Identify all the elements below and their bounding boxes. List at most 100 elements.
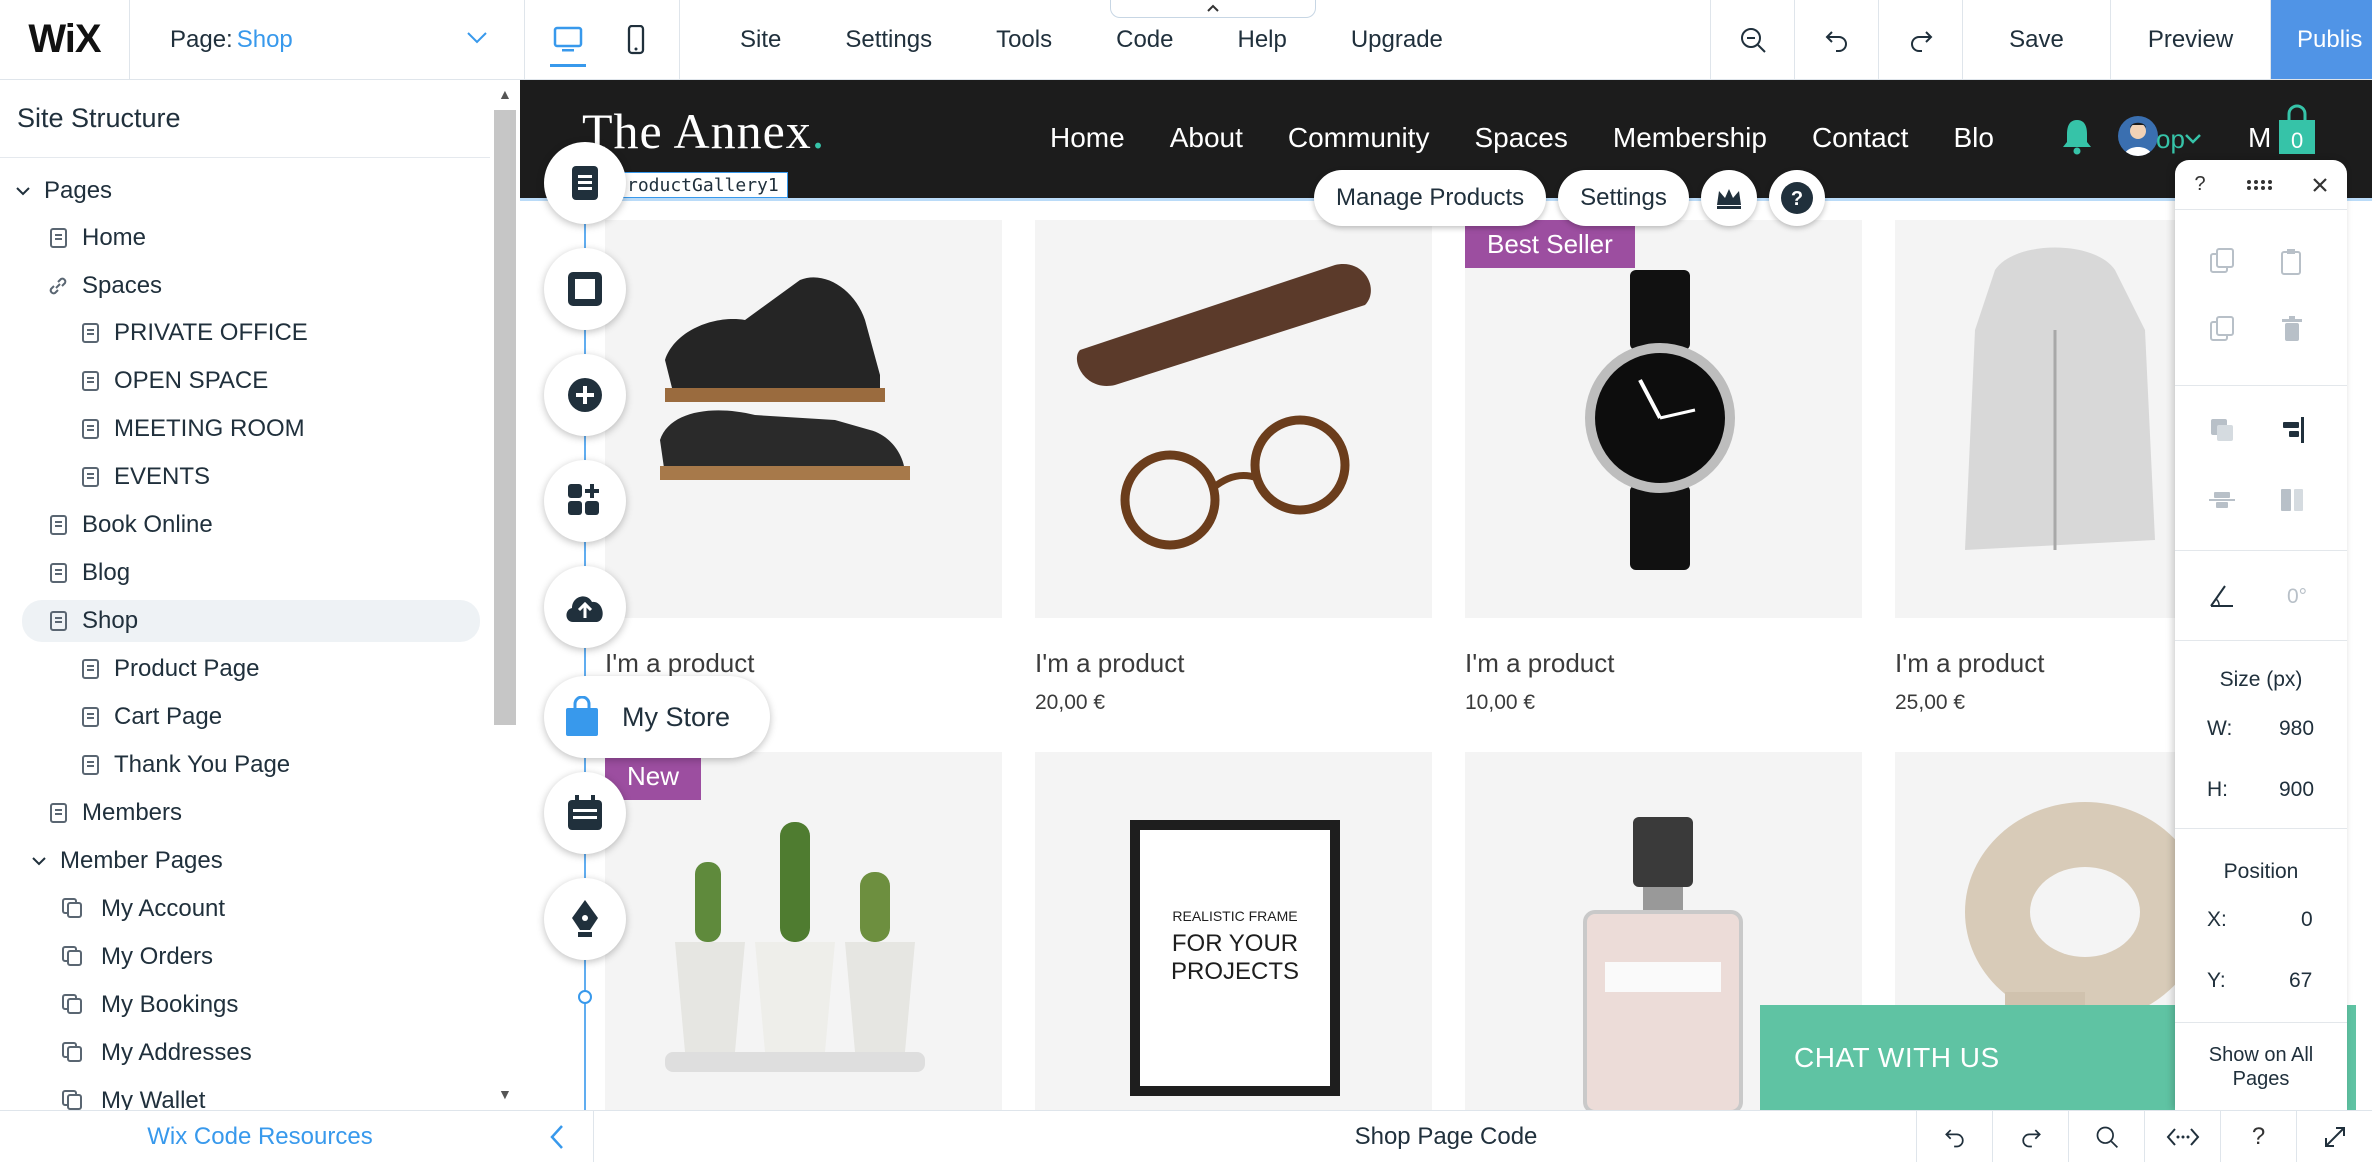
x-input[interactable]: 0 (2301, 908, 2313, 932)
desktop-view-button[interactable] (550, 25, 586, 67)
tree-item-open-space[interactable]: OPEN SPACE (82, 360, 268, 402)
tree-item-my-addresses[interactable]: My Addresses (62, 1032, 252, 1074)
bookings-button[interactable] (544, 772, 626, 854)
product-name[interactable]: I'm a product (1465, 648, 1862, 679)
code-redo-button[interactable] (1992, 1111, 2068, 1162)
site-nav-overflow[interactable]: M (2248, 122, 2271, 154)
product-image-frame[interactable]: REALISTIC FRAME FOR YOUR PROJECTS (1035, 752, 1432, 1110)
publish-button[interactable]: Publis (2270, 0, 2372, 79)
copy-icon[interactable] (2207, 246, 2237, 276)
rotate-angle-icon[interactable] (2207, 580, 2237, 610)
menu-upgrade[interactable]: Upgrade (1351, 26, 1443, 54)
product-card[interactable]: I'm a product (605, 220, 1002, 679)
product-image-watch[interactable] (1465, 220, 1862, 618)
wix-code-resources-link[interactable]: Wix Code Resources (0, 1110, 520, 1162)
menu-code[interactable]: Code (1116, 26, 1173, 54)
tree-item-meeting-room[interactable]: MEETING ROOM (82, 408, 305, 450)
duplicate-icon[interactable] (2207, 314, 2237, 344)
tree-item-blog[interactable]: Blog (50, 552, 130, 594)
undo-button[interactable] (1794, 0, 1878, 79)
cart-icon[interactable]: 0 (2277, 104, 2317, 156)
width-input[interactable]: 980 (2279, 717, 2314, 741)
scrollbar-thumb[interactable] (494, 110, 516, 725)
site-nav-spaces[interactable]: Spaces (1474, 122, 1567, 154)
upgrade-crown-button[interactable] (1700, 170, 1757, 226)
menu-tools[interactable]: Tools (996, 26, 1052, 54)
rotation-value[interactable]: 0° (2287, 585, 2307, 609)
my-store-button[interactable]: My Store (544, 676, 770, 758)
backgrounds-button[interactable] (544, 248, 626, 330)
product-image-cactus[interactable] (605, 752, 1002, 1110)
menu-settings[interactable]: Settings (845, 26, 932, 54)
product-card[interactable]: I'm a product 20,00 € (1035, 220, 1432, 715)
code-format-button[interactable] (2144, 1111, 2220, 1162)
site-logo[interactable]: The Annex. (582, 102, 825, 160)
user-avatar[interactable] (2118, 116, 2158, 156)
add-apps-button[interactable] (544, 460, 626, 542)
site-nav-membership[interactable]: Membership (1613, 122, 1767, 154)
tree-item-events[interactable]: EVENTS (82, 456, 210, 498)
tree-item-my-orders[interactable]: My Orders (62, 936, 213, 978)
mobile-view-button[interactable] (620, 24, 652, 55)
delete-icon[interactable] (2277, 314, 2307, 344)
height-input[interactable]: 900 (2279, 778, 2314, 802)
tree-item-members[interactable]: Members (50, 792, 182, 834)
tree-item-spaces[interactable]: Spaces (46, 265, 162, 307)
tree-pages-header[interactable]: Pages (14, 170, 112, 212)
scroll-down-icon[interactable]: ▼ (498, 1086, 512, 1102)
distribute-icon[interactable] (2207, 485, 2237, 515)
gallery-help-button[interactable]: ? (1768, 170, 1825, 226)
user-menu-chevron-icon[interactable] (2184, 132, 2202, 146)
show-on-all-pages-toggle[interactable]: Show on All Pages (2175, 1043, 2347, 1091)
product-image-glasses[interactable] (1035, 220, 1432, 618)
tree-item-home[interactable]: Home (50, 217, 146, 259)
zoom-out-button[interactable] (1710, 0, 1794, 79)
menu-site[interactable]: Site (740, 26, 781, 54)
manage-products-button[interactable]: Manage Products (1314, 170, 1547, 226)
menu-help[interactable]: Help (1237, 26, 1286, 54)
tree-item-book-online[interactable]: Book Online (50, 504, 213, 546)
tree-item-my-bookings[interactable]: My Bookings (62, 984, 238, 1026)
site-nav-blog[interactable]: Blo (1953, 122, 1993, 154)
wix-logo[interactable]: WiX (0, 0, 130, 79)
panel-help-button[interactable]: ? (2194, 173, 2205, 196)
media-upload-button[interactable] (544, 566, 626, 648)
product-name[interactable]: I'm a product (605, 648, 1002, 679)
blog-manager-button[interactable] (544, 878, 626, 960)
site-nav-contact[interactable]: Contact (1812, 122, 1909, 154)
tree-item-my-wallet[interactable]: My Wallet (62, 1080, 205, 1110)
product-card[interactable]: REALISTIC FRAME FOR YOUR PROJECTS (1035, 752, 1432, 1110)
arrange-icon[interactable] (2207, 415, 2237, 445)
collapse-toolbar-button[interactable] (1110, 0, 1316, 18)
tree-item-product-page[interactable]: Product Page (82, 648, 259, 690)
add-elements-button[interactable] (544, 354, 626, 436)
product-image-shoes[interactable] (605, 220, 1002, 618)
user-name-fragment[interactable]: op (2156, 124, 2185, 155)
redo-button[interactable] (1878, 0, 1962, 79)
code-undo-button[interactable] (1916, 1111, 1992, 1162)
tree-item-member-pages[interactable]: Member Pages (30, 840, 223, 882)
gallery-settings-button[interactable]: Settings (1558, 170, 1689, 226)
site-nav-about[interactable]: About (1170, 122, 1243, 154)
sidebar-scrollbar[interactable]: ▲ ▼ (490, 80, 520, 1110)
code-panel-collapse-button[interactable] (520, 1111, 594, 1162)
paste-icon[interactable] (2277, 246, 2307, 276)
product-card[interactable]: Best Seller I'm a product 10,00 € (1465, 220, 1862, 715)
code-expand-button[interactable] (2296, 1111, 2372, 1162)
save-button[interactable]: Save (1962, 0, 2110, 79)
page-selector[interactable]: Page: Shop (130, 0, 525, 79)
product-name[interactable]: I'm a product (1035, 648, 1432, 679)
tree-item-shop[interactable]: Shop (22, 600, 480, 642)
tree-item-my-account[interactable]: My Account (62, 888, 225, 930)
preview-button[interactable]: Preview (2110, 0, 2270, 79)
site-nav-community[interactable]: Community (1288, 122, 1430, 154)
pages-menu-button[interactable] (544, 142, 626, 224)
site-nav-home[interactable]: Home (1050, 122, 1125, 154)
code-search-button[interactable] (2068, 1111, 2144, 1162)
y-input[interactable]: 67 (2289, 969, 2312, 993)
tree-item-thank-you-page[interactable]: Thank You Page (82, 744, 290, 786)
tree-item-private-office[interactable]: PRIVATE OFFICE (82, 312, 308, 354)
scroll-up-icon[interactable]: ▲ (498, 86, 512, 102)
match-size-icon[interactable] (2277, 485, 2307, 515)
drag-handle-icon[interactable] (2245, 178, 2273, 192)
